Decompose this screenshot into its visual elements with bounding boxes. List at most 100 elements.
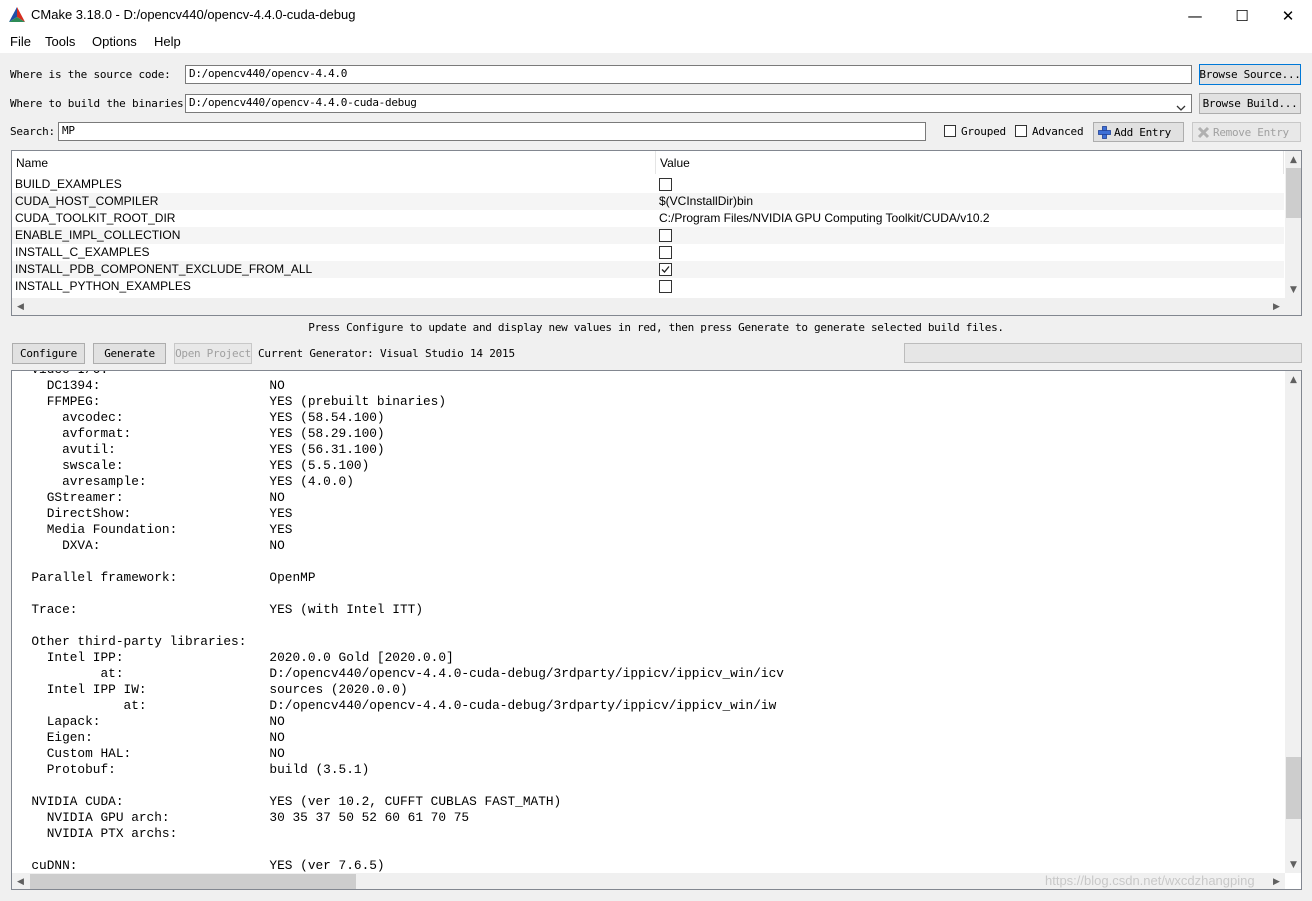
output-vertical-scrollbar[interactable]: ▲ ▼ <box>1285 371 1301 873</box>
current-generator-text: Current Generator: Visual Studio 14 2015 <box>258 347 515 360</box>
generate-button[interactable]: Generate <box>93 343 166 364</box>
scroll-right-icon[interactable]: ▶ <box>1268 298 1285 315</box>
source-path-input[interactable]: D:/opencv440/opencv-4.4.0 <box>185 65 1192 84</box>
scrollbar-thumb[interactable] <box>1286 168 1301 218</box>
window-title: CMake 3.18.0 - D:/opencv440/opencv-4.4.0… <box>31 7 356 22</box>
log-line: DC1394: NO <box>16 378 285 393</box>
advanced-checkbox[interactable] <box>1015 125 1027 137</box>
log-line: avcodec: YES (58.54.100) <box>16 410 385 425</box>
watermark: https://blog.csdn.net/wxcdzhangping <box>1045 873 1255 888</box>
table-row[interactable]: CUDA_HOST_COMPILER $(VCInstallDir)bin <box>12 193 1284 210</box>
log-line: at: D:/opencv440/opencv-4.4.0-cuda-debug… <box>16 666 784 681</box>
scroll-up-icon[interactable]: ▲ <box>1285 151 1301 168</box>
add-entry-label: Add Entry <box>1114 125 1171 139</box>
remove-entry-label: Remove Entry <box>1213 125 1289 139</box>
entry-name: BUILD_EXAMPLES <box>15 177 122 191</box>
open-project-button[interactable]: Open Project <box>174 343 252 364</box>
menu-file[interactable]: File <box>10 34 31 49</box>
menu-tools[interactable]: Tools <box>45 34 75 49</box>
remove-icon <box>1197 126 1210 139</box>
entry-value-checkbox[interactable] <box>659 229 672 242</box>
minimize-button[interactable]: — <box>1172 0 1218 31</box>
table-row[interactable]: INSTALL_C_EXAMPLES <box>12 244 1284 261</box>
log-line: DirectShow: YES <box>16 506 293 521</box>
maximize-button[interactable]: ☐ <box>1219 0 1265 31</box>
log-line: Intel IPP IW: sources (2020.0.0) <box>16 682 408 697</box>
grouped-label: Grouped <box>961 125 1006 138</box>
cmake-logo-icon <box>9 7 25 23</box>
log-line: swscale: YES (5.5.100) <box>16 458 370 473</box>
table-row[interactable]: ENABLE_IMPL_COLLECTION <box>12 227 1284 244</box>
scroll-up-icon[interactable]: ▲ <box>1285 371 1301 388</box>
entry-value-checkbox[interactable] <box>659 263 672 276</box>
close-icon: ✕ <box>1281 6 1295 25</box>
log-line: Video I/O: <box>16 371 784 378</box>
binaries-path-combobox[interactable]: D:/opencv440/opencv-4.4.0-cuda-debug <box>185 94 1192 113</box>
log-line: avformat: YES (58.29.100) <box>16 426 385 441</box>
entry-value[interactable]: C:/Program Files/NVIDIA GPU Computing To… <box>659 211 990 225</box>
advanced-label: Advanced <box>1032 125 1084 138</box>
table-row[interactable]: CUDA_TOOLKIT_ROOT_DIR C:/Program Files/NV… <box>12 210 1284 227</box>
search-label: Search: <box>10 125 55 138</box>
checkmark-icon <box>661 266 670 273</box>
log-line: Custom HAL: NO <box>16 746 285 761</box>
browse-build-button[interactable]: Browse Build... <box>1199 93 1301 114</box>
grouped-checkbox[interactable] <box>944 125 956 137</box>
scroll-left-icon[interactable]: ◀ <box>12 873 29 889</box>
log-line: Protobuf: build (3.5.1) <box>16 762 370 777</box>
log-line: at: D:/opencv440/opencv-4.4.0-cuda-debug… <box>16 698 777 713</box>
browse-source-button[interactable]: Browse Source... <box>1199 64 1301 85</box>
log-line: NVIDIA GPU arch: 30 35 37 50 52 60 61 70… <box>16 810 470 825</box>
scroll-down-icon[interactable]: ▼ <box>1285 856 1301 873</box>
configure-button[interactable]: Configure <box>12 343 85 364</box>
add-entry-button[interactable]: Add Entry <box>1093 122 1184 142</box>
table-row[interactable]: BUILD_EXAMPLES <box>12 176 1284 193</box>
plus-icon <box>1098 125 1111 139</box>
menu-bar <box>0 31 1312 53</box>
entry-value-checkbox[interactable] <box>659 246 672 259</box>
scrollbar-thumb[interactable] <box>1286 757 1301 819</box>
output-log[interactable]: Video I/O: DC1394: NO FFMPEG: YES (prebu… <box>11 370 1302 890</box>
hint-text: Press Configure to update and display ne… <box>308 321 1004 334</box>
column-header-value[interactable]: Value <box>656 151 1284 174</box>
log-line: cuDNN: YES (ver 7.6.5) <box>16 858 385 873</box>
remove-entry-button[interactable]: Remove Entry <box>1192 122 1301 142</box>
entry-name: CUDA_TOOLKIT_ROOT_DIR <box>15 211 176 225</box>
entry-value-checkbox[interactable] <box>659 178 672 191</box>
table-row[interactable]: INSTALL_PYTHON_EXAMPLES <box>12 278 1284 295</box>
column-header-name[interactable]: Name <box>12 151 656 174</box>
entry-value[interactable]: $(VCInstallDir)bin <box>659 194 753 208</box>
search-input[interactable]: MP <box>58 122 926 141</box>
scroll-left-icon[interactable]: ◀ <box>12 298 29 315</box>
table-vertical-scrollbar[interactable]: ▲ ▼ <box>1285 151 1301 298</box>
log-line: Other third-party libraries: <box>16 634 247 649</box>
log-line: Lapack: NO <box>16 714 285 729</box>
log-line: NVIDIA CUDA: YES (ver 10.2, CUFFT CUBLAS… <box>16 794 562 809</box>
entry-value-checkbox[interactable] <box>659 280 672 293</box>
entry-name: INSTALL_C_EXAMPLES <box>15 245 150 259</box>
scrollbar-thumb[interactable] <box>30 874 356 889</box>
close-button[interactable]: ✕ <box>1265 0 1311 31</box>
menu-help[interactable]: Help <box>154 34 181 49</box>
menu-options[interactable]: Options <box>92 34 137 49</box>
log-line: Media Foundation: YES <box>16 522 293 537</box>
output-log-text: Video I/O: DC1394: NO FFMPEG: YES (prebu… <box>16 371 784 874</box>
log-line: avutil: YES (56.31.100) <box>16 442 385 457</box>
scroll-down-icon[interactable]: ▼ <box>1285 281 1301 298</box>
minimize-icon: — <box>1187 6 1203 25</box>
log-line: DXVA: NO <box>16 538 285 553</box>
entry-name: CUDA_HOST_COMPILER <box>15 194 159 208</box>
entry-name: INSTALL_PDB_COMPONENT_EXCLUDE_FROM_ALL <box>15 262 313 276</box>
scroll-right-icon[interactable]: ▶ <box>1268 873 1285 889</box>
log-line: FFMPEG: YES (prebuilt binaries) <box>16 394 447 409</box>
chevron-down-icon[interactable] <box>1175 98 1187 111</box>
entry-name: ENABLE_IMPL_COLLECTION <box>15 228 181 242</box>
table-horizontal-scrollbar[interactable]: ◀ ▶ <box>12 298 1301 315</box>
table-row[interactable]: INSTALL_PDB_COMPONENT_EXCLUDE_FROM_ALL <box>12 261 1284 278</box>
progress-bar <box>904 343 1302 363</box>
log-line: NVIDIA PTX archs: <box>16 826 178 841</box>
log-line: Eigen: NO <box>16 730 285 745</box>
